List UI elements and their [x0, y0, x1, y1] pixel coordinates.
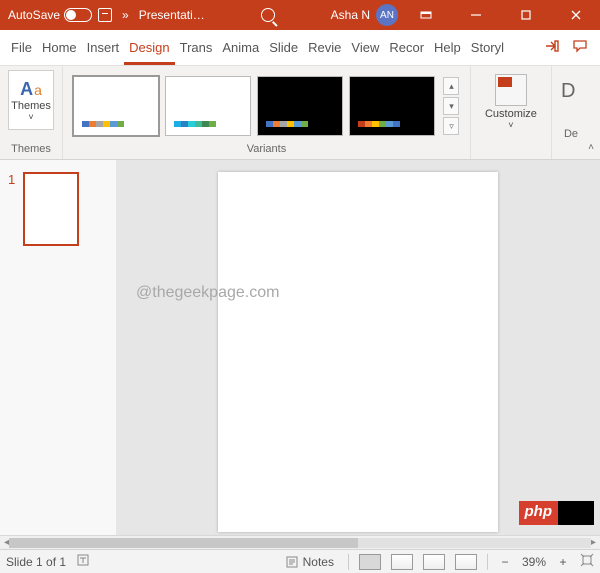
tab-insert[interactable]: Insert [82, 30, 125, 65]
autosave-toggle[interactable]: AutoSave [8, 8, 92, 22]
themes-button-label: Themes [11, 100, 51, 112]
autosave-label: AutoSave [8, 8, 60, 22]
toggle-off-icon [64, 8, 92, 22]
variants-scroll-up[interactable]: ▴ [443, 77, 459, 95]
scroll-right-icon[interactable]: ▸ [591, 537, 596, 548]
variants-more[interactable]: ▿ [443, 117, 459, 135]
tab-slideshow[interactable]: Slide [264, 30, 303, 65]
tabs-right-group [544, 38, 594, 57]
tab-storyline[interactable]: Storyl [466, 30, 509, 65]
view-sorter-button[interactable] [391, 554, 413, 570]
horizontal-scrollbar[interactable]: ◂ ▸ [0, 535, 600, 549]
php-badge-text: php [519, 501, 559, 525]
ribbon: Aa Themes ˅ Themes ▴ ▾ ▿ Var [0, 66, 600, 160]
ribbon-group-themes: Aa Themes ˅ Themes [0, 66, 63, 159]
ribbon-display-button[interactable] [404, 0, 448, 30]
chevron-down-icon: ˅ [508, 120, 513, 130]
customize-button[interactable]: Customize ˅ [479, 70, 543, 130]
scrollbar-thumb[interactable] [9, 538, 358, 548]
variant-2[interactable] [165, 76, 251, 136]
maximize-button[interactable] [504, 0, 548, 30]
customize-label: Customize [485, 108, 537, 120]
titlebar-center [205, 8, 331, 22]
user-name: Asha N [331, 8, 370, 22]
tab-file[interactable]: File [6, 30, 37, 65]
slide-counter: Slide 1 of 1 [6, 555, 66, 569]
slide-canvas[interactable] [218, 172, 498, 532]
minimize-button[interactable] [454, 0, 498, 30]
quick-access-more-icon[interactable]: » [118, 8, 133, 22]
ribbon-group-customize: Customize ˅ [471, 66, 552, 159]
document-title: Presentati… [139, 8, 205, 22]
zoom-out-button[interactable]: − [498, 555, 512, 569]
customize-icon [495, 74, 527, 106]
search-icon[interactable] [261, 8, 275, 22]
titlebar-right: Asha N AN [331, 0, 600, 30]
tab-review[interactable]: Revie [303, 30, 346, 65]
php-badge: php [519, 501, 595, 525]
titlebar-left: AutoSave » Presentati… [0, 8, 205, 22]
view-slideshow-button[interactable] [455, 554, 477, 570]
themes-aa-icon: Aa [20, 79, 42, 100]
thumbnail-pane[interactable]: 1 [0, 160, 116, 535]
save-icon[interactable] [98, 8, 112, 22]
variant-1[interactable] [73, 76, 159, 136]
statusbar: Slide 1 of 1 Notes − 39% + [0, 549, 600, 573]
ribbon-tabs: File Home Insert Design Trans Anima Slid… [0, 30, 600, 66]
variants-gallery: ▴ ▾ ▿ [73, 70, 459, 136]
notes-button[interactable]: Notes [281, 555, 338, 569]
tab-recording[interactable]: Recor [384, 30, 429, 65]
ribbon-group-themes-label: Themes [11, 141, 51, 157]
zoom-value[interactable]: 39% [522, 555, 546, 569]
comment-icon[interactable] [572, 38, 588, 57]
php-badge-black [558, 501, 594, 525]
notes-label: Notes [303, 555, 334, 569]
tab-view[interactable]: View [346, 30, 384, 65]
ribbon-group-variants: ▴ ▾ ▿ Variants [63, 66, 471, 159]
chevron-down-icon: ˅ [28, 112, 33, 122]
ribbon-group-variants-label: Variants [247, 141, 287, 157]
thumbnail-item[interactable]: 1 [8, 172, 108, 246]
view-reading-button[interactable] [423, 554, 445, 570]
view-normal-button[interactable] [359, 554, 381, 570]
accessibility-icon[interactable] [76, 553, 90, 570]
divider [487, 554, 488, 570]
zoom-in-button[interactable]: + [556, 555, 570, 569]
designer-button[interactable]: D [561, 70, 581, 124]
titlebar: AutoSave » Presentati… Asha N AN [0, 0, 600, 30]
variants-scroll: ▴ ▾ ▿ [443, 77, 459, 135]
divider [348, 554, 349, 570]
ribbon-group-designer-label: De [560, 124, 582, 142]
tab-home[interactable]: Home [37, 30, 82, 65]
share-icon[interactable] [544, 38, 560, 57]
close-button[interactable] [554, 0, 598, 30]
collapse-ribbon-icon[interactable]: ˄ [588, 142, 594, 153]
user-avatar[interactable]: AN [376, 4, 398, 26]
tab-design[interactable]: Design [124, 30, 174, 65]
thumbnail-number: 1 [8, 172, 15, 246]
scrollbar-track[interactable] [9, 538, 591, 548]
themes-button[interactable]: Aa Themes ˅ [8, 70, 54, 130]
workspace: 1 @thegeekpage.com php [0, 160, 600, 535]
variant-4[interactable] [349, 76, 435, 136]
tab-transitions[interactable]: Trans [175, 30, 218, 65]
fit-to-window-button[interactable] [580, 553, 594, 570]
notes-icon [285, 555, 299, 569]
variant-3[interactable] [257, 76, 343, 136]
variants-scroll-down[interactable]: ▾ [443, 97, 459, 115]
thumbnail-preview [23, 172, 79, 246]
tab-animations[interactable]: Anima [217, 30, 264, 65]
tab-help[interactable]: Help [429, 30, 466, 65]
slide-area[interactable]: @thegeekpage.com php [116, 160, 600, 535]
